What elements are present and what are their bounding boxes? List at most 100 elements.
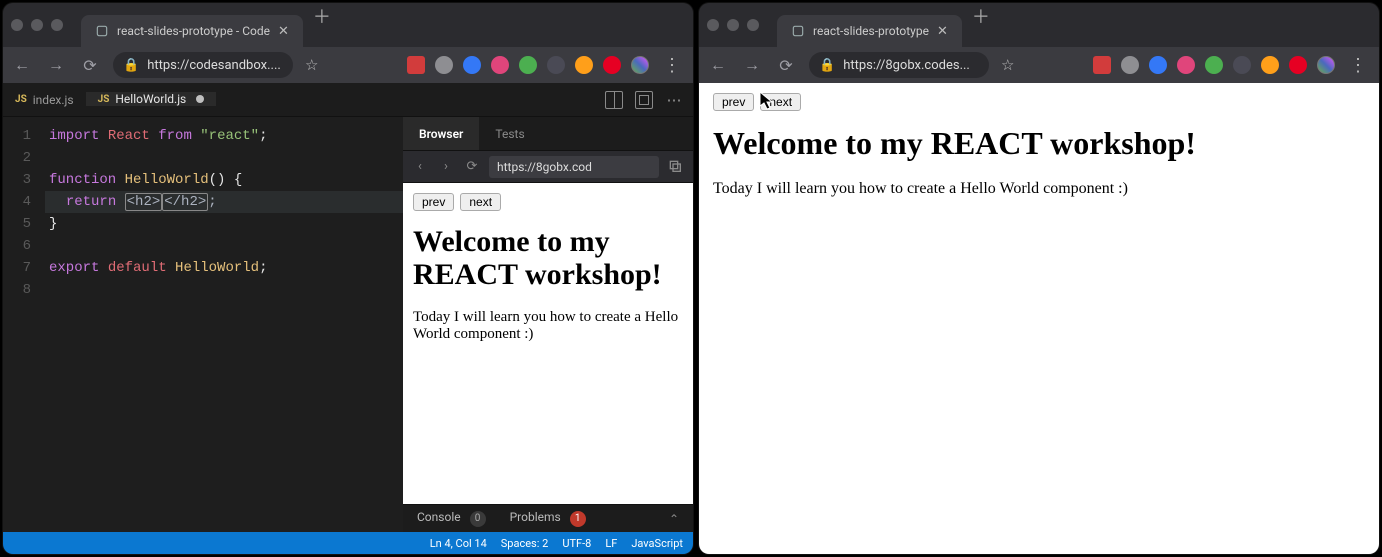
chrome-menu-icon[interactable]: ⋮ — [1345, 55, 1371, 76]
status-encoding[interactable]: UTF-8 — [562, 537, 591, 550]
close-window-icon[interactable] — [11, 19, 23, 31]
extension-icon[interactable] — [1149, 56, 1167, 74]
bookmark-star-icon[interactable]: ☆ — [1001, 56, 1014, 74]
profile-avatar-icon[interactable] — [631, 56, 649, 74]
editor-tab-helloworldjs[interactable]: JS HelloWorld.js — [86, 92, 217, 107]
minimize-window-icon[interactable] — [31, 19, 43, 31]
extension-icon[interactable] — [519, 56, 537, 74]
extension-icon[interactable] — [1261, 56, 1279, 74]
chrome-menu-icon[interactable]: ⋮ — [659, 55, 685, 76]
traffic-lights — [707, 19, 759, 31]
open-external-icon[interactable] — [667, 158, 685, 176]
console-label[interactable]: Console 0 — [417, 510, 486, 527]
preview-addressbar: ‹ › ⟳ https://8gobx.cod — [403, 151, 693, 183]
chrome-window-left: react-slides-prototype - Code ✕ ＋ ← → ⟳ … — [3, 3, 693, 554]
extension-icon[interactable] — [435, 56, 453, 74]
close-tab-icon[interactable]: ✕ — [937, 24, 948, 39]
favicon-icon — [791, 24, 805, 38]
next-button[interactable]: next — [460, 193, 501, 211]
status-eol[interactable]: LF — [605, 537, 617, 550]
chrome-tab-active[interactable]: react-slides-prototype ✕ — [777, 15, 962, 47]
url-bar[interactable]: 🔒 https://codesandbox.... — [113, 52, 293, 78]
extension-icon[interactable] — [547, 56, 565, 74]
page-viewport: prev next Welcome to my REACT workshop! … — [699, 83, 1379, 554]
extension-icon[interactable] — [1093, 56, 1111, 74]
slide-paragraph: Today I will learn you how to create a H… — [713, 180, 1365, 198]
address-bar-row: ← → ⟳ 🔒 https://codesandbox.... ☆ ⋮ — [3, 47, 693, 83]
forward-button[interactable]: → — [741, 54, 763, 76]
close-tab-icon[interactable]: ✕ — [278, 24, 289, 39]
forward-button[interactable]: → — [45, 54, 67, 76]
extension-icon[interactable] — [1177, 56, 1195, 74]
console-count-badge: 0 — [470, 511, 486, 527]
preview-url[interactable]: https://8gobx.cod — [489, 156, 659, 178]
codesandbox-editor: JS index.js JS HelloWorld.js ⋯ — [3, 83, 693, 554]
slide-heading: Welcome to my REACT workshop! — [413, 225, 683, 291]
reload-button[interactable]: ⟳ — [775, 54, 797, 76]
preview-tab-tests[interactable]: Tests — [479, 117, 540, 150]
problems-label[interactable]: Problems 1 — [510, 510, 586, 527]
chrome-tab-active[interactable]: react-slides-prototype - Code ✕ — [81, 15, 303, 47]
extension-icon[interactable] — [463, 56, 481, 74]
favicon-icon — [95, 24, 109, 38]
reload-button[interactable]: ⟳ — [79, 54, 101, 76]
back-button[interactable]: ← — [11, 54, 33, 76]
maximize-window-icon[interactable] — [51, 19, 63, 31]
preview-panel: Browser Tests ‹ › ⟳ https://8gobx.cod pr… — [403, 117, 693, 532]
editor-preview-split: 12345678 import React from "react"; func… — [3, 117, 693, 532]
slide-heading: Welcome to my REACT workshop! — [713, 125, 1365, 162]
editor-tab-label: index.js — [33, 93, 74, 107]
preview-back-icon[interactable]: ‹ — [411, 159, 429, 174]
bookmark-star-icon[interactable]: ☆ — [305, 56, 318, 74]
toggle-panel-icon[interactable] — [635, 91, 653, 109]
chrome-tab-title: react-slides-prototype - Code — [117, 24, 270, 38]
lock-icon: 🔒 — [123, 58, 139, 73]
new-tab-button[interactable]: ＋ — [309, 3, 335, 29]
extension-icon[interactable] — [1289, 56, 1307, 74]
minimize-window-icon[interactable] — [727, 19, 739, 31]
extension-icon[interactable] — [575, 56, 593, 74]
status-spaces[interactable]: Spaces: 2 — [501, 537, 549, 550]
new-tab-button[interactable]: ＋ — [968, 3, 994, 29]
extension-icon[interactable] — [1233, 56, 1251, 74]
extension-icon[interactable] — [407, 56, 425, 74]
code-area[interactable]: import React from "react"; function Hell… — [45, 117, 403, 532]
editor-tab-indexjs[interactable]: JS index.js — [3, 93, 86, 107]
extensions-row: ⋮ — [407, 55, 685, 76]
profile-avatar-icon[interactable] — [1317, 56, 1335, 74]
editor-tab-label: HelloWorld.js — [115, 92, 186, 106]
status-bar: Ln 4, Col 14 Spaces: 2 UTF-8 LF JavaScri… — [3, 532, 693, 554]
unsaved-dot-icon — [196, 95, 204, 103]
extension-icon[interactable] — [603, 56, 621, 74]
preview-forward-icon[interactable]: › — [437, 159, 455, 174]
editor-more-icon[interactable]: ⋯ — [665, 91, 683, 109]
address-bar-row: ← → ⟳ 🔒 https://8gobx.codes... ☆ ⋮ — [699, 47, 1379, 83]
code-editor[interactable]: 12345678 import React from "react"; func… — [3, 117, 403, 532]
slide-nav: prev next — [413, 193, 683, 211]
js-file-icon: JS — [15, 94, 27, 105]
url-bar[interactable]: 🔒 https://8gobx.codes... — [809, 52, 989, 78]
chrome-tabstrip: react-slides-prototype ✕ ＋ — [777, 3, 994, 47]
prev-button[interactable]: prev — [713, 93, 754, 111]
status-language[interactable]: JavaScript — [631, 537, 683, 550]
close-window-icon[interactable] — [707, 19, 719, 31]
split-editor-icon[interactable] — [605, 91, 623, 109]
extension-icon[interactable] — [1121, 56, 1139, 74]
preview-viewport: prev next Welcome to my REACT workshop! … — [403, 183, 693, 504]
preview-reload-icon[interactable]: ⟳ — [463, 159, 481, 174]
preview-tabs: Browser Tests — [403, 117, 693, 151]
bottom-panel[interactable]: Console 0 Problems 1 ⌃ — [403, 504, 693, 532]
back-button[interactable]: ← — [707, 54, 729, 76]
status-position[interactable]: Ln 4, Col 14 — [430, 537, 487, 550]
extension-icon[interactable] — [491, 56, 509, 74]
prev-button[interactable]: prev — [413, 193, 454, 211]
slide-nav: prev next — [713, 93, 1365, 111]
expand-panel-icon[interactable]: ⌃ — [669, 512, 679, 526]
title-bar: react-slides-prototype ✕ ＋ — [699, 3, 1379, 47]
chrome-tabstrip: react-slides-prototype - Code ✕ ＋ — [81, 3, 335, 47]
maximize-window-icon[interactable] — [747, 19, 759, 31]
preview-tab-browser[interactable]: Browser — [403, 117, 479, 150]
extension-icon[interactable] — [1205, 56, 1223, 74]
editor-layout-icons: ⋯ — [605, 91, 693, 109]
chrome-window-right: react-slides-prototype ✕ ＋ ← → ⟳ 🔒 https… — [699, 3, 1379, 554]
